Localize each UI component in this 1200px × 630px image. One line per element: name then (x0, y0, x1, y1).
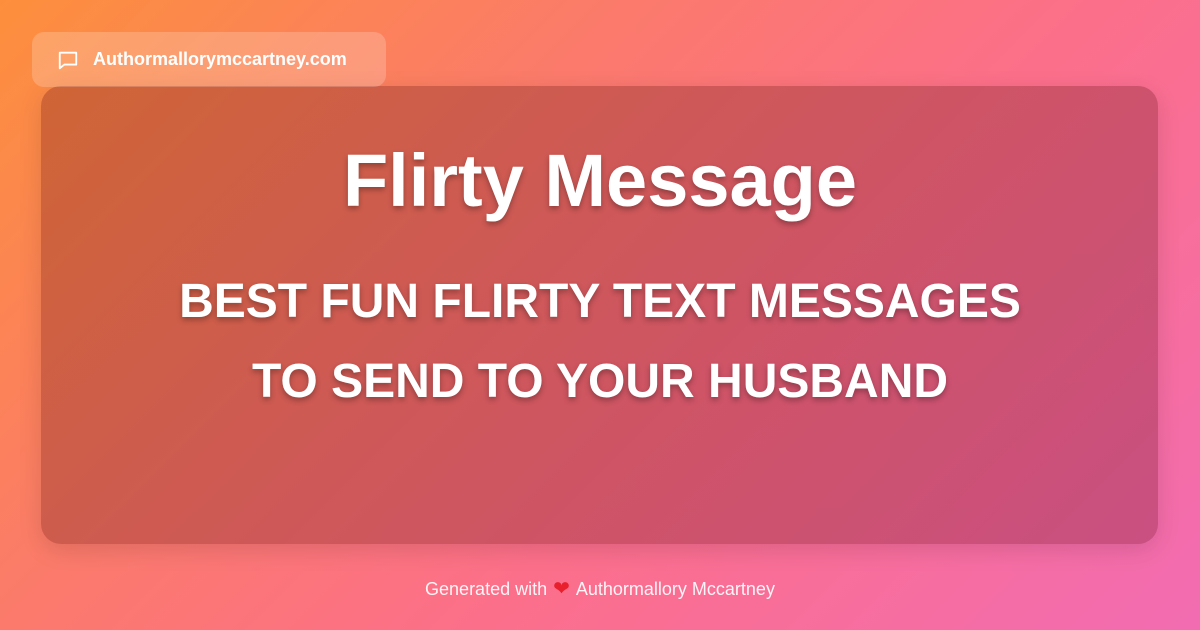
chat-bubble-icon (58, 51, 78, 69)
footer-author: Authormallory Mccartney (575, 579, 775, 599)
footer: Generated with ❤ Authormallory Mccartney (0, 576, 1200, 601)
heart-icon: ❤ (553, 578, 570, 600)
footer-prefix: Generated with (425, 579, 548, 599)
site-name: Authormallorymccartney.com (93, 49, 347, 69)
page-title: Flirty Message (342, 139, 858, 222)
site-badge[interactable]: Authormallorymccartney.com (32, 32, 386, 87)
page-subtitle: BEST FUN FLIRTY TEXT MESSAGES TO SEND TO… (179, 275, 1021, 408)
